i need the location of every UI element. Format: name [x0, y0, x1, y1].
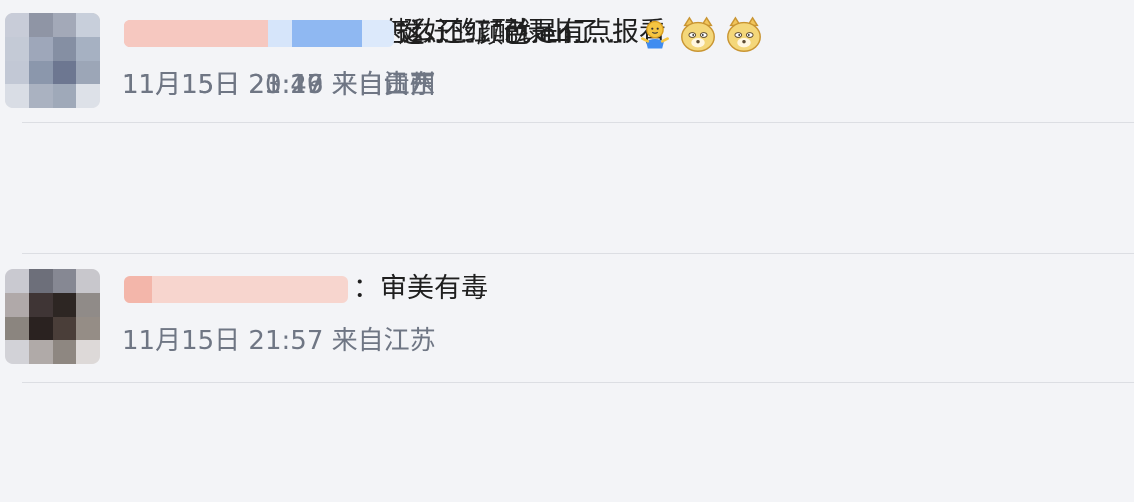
username-blurred[interactable]: [124, 20, 394, 47]
avatar[interactable]: [5, 269, 100, 364]
divider: [22, 253, 1134, 254]
avatar[interactable]: [5, 13, 100, 108]
comment-list: 怎么还红配绿山了 11月15日 23:49 来自山东 ：审美有毒 11月15日 …: [0, 0, 1134, 502]
comment-text-content: 这......颜色 en......: [398, 18, 625, 50]
divider: [22, 382, 1134, 383]
comment-time: 11月15日 20:27: [122, 70, 324, 100]
shrug-emoji-icon: [640, 20, 669, 49]
comment-meta: 11月15日 21:57 来自江苏: [122, 324, 436, 358]
username-blurred[interactable]: [124, 276, 348, 303]
comment-location: 来自贵州: [331, 70, 436, 100]
comment-text: ：审美有毒: [353, 273, 488, 304]
comment-text: 这......颜色 en......: [398, 14, 765, 56]
comment-item[interactable]: 这......颜色 en...... 11月15日 20:27 来自贵州: [0, 0, 1134, 130]
comment-meta: 11月15日 20:27 来自贵州: [122, 68, 436, 102]
comment-time: 11月15日 21:57: [122, 326, 324, 356]
doge-emoji-icon: [680, 16, 715, 52]
comment-item[interactable]: ：审美有毒 11月15日 21:57 来自江苏: [0, 256, 1134, 386]
comment-location: 来自江苏: [331, 326, 436, 356]
emoji-group: [637, 14, 765, 56]
doge-emoji-icon: [726, 16, 761, 52]
